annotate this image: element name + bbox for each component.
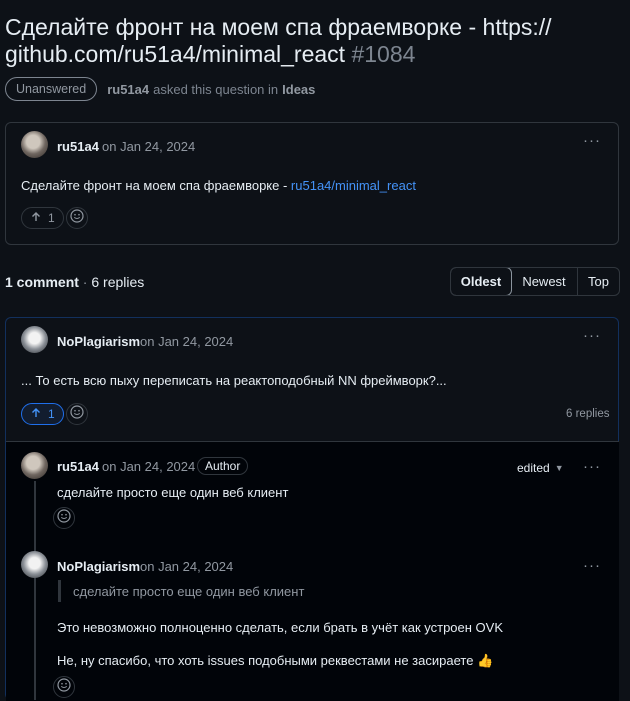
reply-author[interactable]: NoPlagiarism bbox=[57, 559, 140, 574]
upvote-count: 1 bbox=[48, 211, 55, 225]
meta-category-link[interactable]: Ideas bbox=[282, 82, 315, 97]
reply-body-2: Не, ну спасибо, что хоть issues подобным… bbox=[57, 653, 494, 668]
question-repo-link[interactable]: ru51a4/minimal_react bbox=[291, 178, 416, 193]
caret-down-icon: ▼ bbox=[554, 463, 564, 473]
sort-top[interactable]: Top bbox=[578, 268, 619, 295]
comments-count: 1 comment bbox=[5, 274, 79, 290]
smiley-icon bbox=[57, 677, 71, 697]
edited-dropdown[interactable]: edited ▼ bbox=[517, 461, 564, 475]
sort-oldest[interactable]: Oldest bbox=[451, 268, 512, 295]
comment-author[interactable]: NoPlagiarism bbox=[57, 334, 140, 349]
question-author[interactable]: ru51a4 bbox=[57, 139, 99, 154]
discussion-title: Сделайте фронт на моем спа фраемворке - … bbox=[5, 14, 605, 68]
upvote-button[interactable]: 1 bbox=[21, 403, 64, 425]
upvote-button[interactable]: 1 bbox=[21, 207, 64, 229]
author-badge: Author bbox=[197, 457, 249, 475]
reply-body: сделайте просто еще один веб клиент bbox=[57, 485, 289, 500]
thread-line bbox=[34, 481, 36, 700]
arrow-up-icon bbox=[30, 211, 42, 226]
comments-summary: 1 comment · 6 replies bbox=[5, 274, 144, 290]
reply-date[interactable]: on Jan 24, 2024 bbox=[102, 459, 195, 474]
question-box: ru51a4 on Jan 24, 2024 ··· Сделайте фрон… bbox=[5, 122, 619, 245]
question-date[interactable]: on Jan 24, 2024 bbox=[102, 139, 195, 154]
comment-body: ... То есть всю пыху переписать на реакт… bbox=[21, 373, 447, 388]
smiley-icon bbox=[57, 508, 71, 528]
kebab-icon[interactable]: ··· bbox=[583, 327, 601, 344]
add-reaction-button[interactable] bbox=[66, 403, 88, 425]
smiley-icon bbox=[70, 404, 84, 424]
add-reaction-button[interactable] bbox=[66, 207, 88, 229]
reply-author[interactable]: ru51a4 bbox=[57, 459, 99, 474]
smiley-icon bbox=[70, 208, 84, 228]
reply-quote: сделайте просто еще один веб клиент bbox=[73, 584, 305, 599]
sort-newest[interactable]: Newest bbox=[511, 268, 578, 295]
question-body-text: Сделайте фронт на моем спа фраемворке - bbox=[21, 178, 291, 193]
comment-replies-count: 6 replies bbox=[566, 408, 610, 420]
discussion-number: #1084 bbox=[351, 41, 416, 67]
avatar[interactable] bbox=[21, 452, 48, 479]
upvote-count: 1 bbox=[48, 407, 55, 421]
question-body: Сделайте фронт на моем спа фраемворке - … bbox=[21, 178, 416, 193]
status-badge: Unanswered bbox=[5, 77, 98, 101]
meta-asked-text: asked this question in bbox=[153, 81, 279, 97]
meta-author-link[interactable]: ru51a4 bbox=[107, 82, 149, 97]
avatar[interactable] bbox=[21, 131, 48, 158]
kebab-icon[interactable]: ··· bbox=[583, 557, 601, 574]
avatar[interactable] bbox=[21, 551, 48, 578]
discussion-meta: Unanswered ru51a4 asked this question in… bbox=[5, 77, 315, 101]
quote-bar bbox=[58, 580, 61, 602]
add-reaction-button[interactable] bbox=[53, 507, 75, 529]
arrow-up-icon bbox=[30, 407, 42, 422]
add-reaction-button[interactable] bbox=[53, 676, 75, 698]
kebab-icon[interactable]: ··· bbox=[583, 458, 601, 475]
replies-count: 6 replies bbox=[91, 274, 145, 290]
edited-label: edited bbox=[517, 461, 550, 475]
kebab-icon[interactable]: ··· bbox=[583, 132, 601, 149]
sort-segmented-control: Oldest Newest Top bbox=[450, 267, 620, 296]
avatar[interactable] bbox=[21, 326, 48, 353]
reply-date[interactable]: on Jan 24, 2024 bbox=[140, 559, 233, 574]
comments-separator: · bbox=[78, 274, 92, 290]
discussion-title-text: Сделайте фронт на моем спа фраемворке - … bbox=[5, 14, 552, 67]
reply-body: Это невозможно полноценно сделать, если … bbox=[57, 620, 503, 635]
comment-date[interactable]: on Jan 24, 2024 bbox=[140, 334, 233, 349]
